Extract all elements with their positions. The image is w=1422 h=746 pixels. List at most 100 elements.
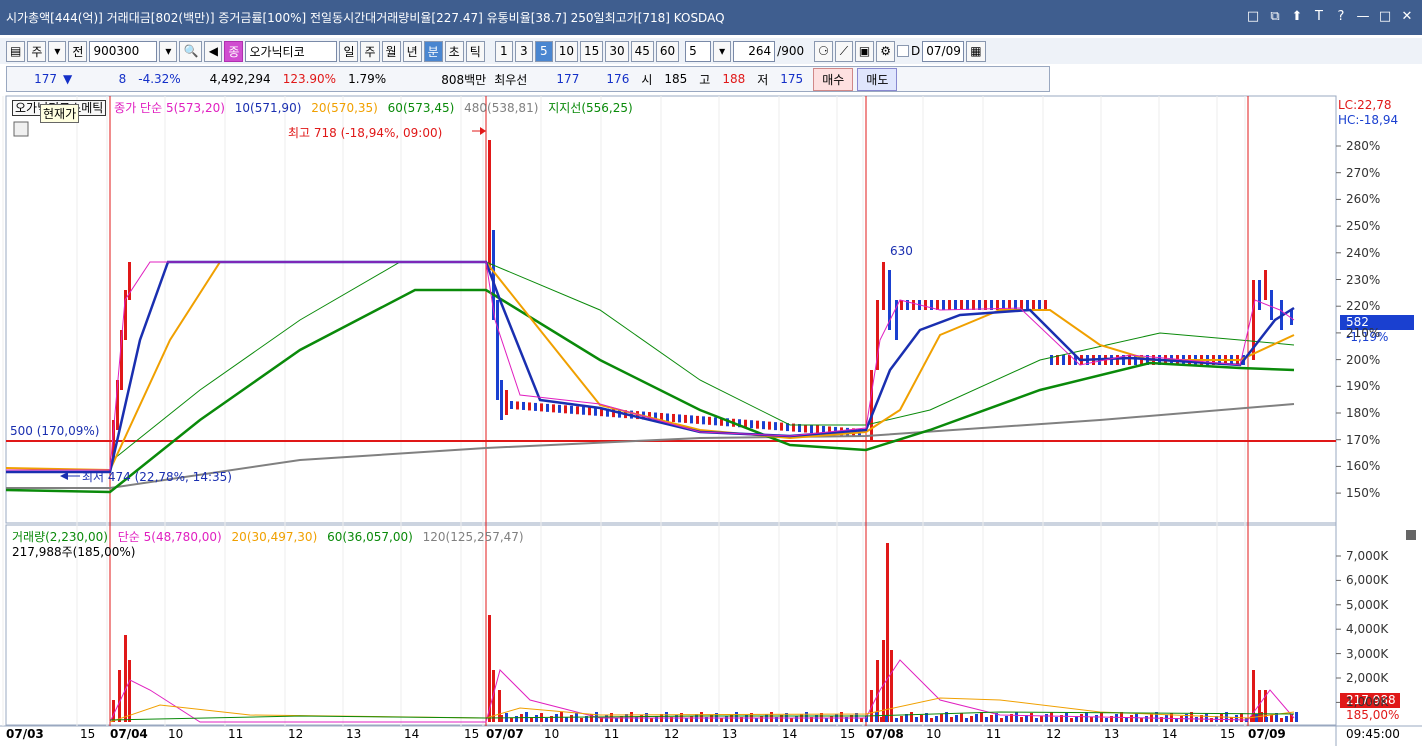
volume-bar xyxy=(880,717,883,722)
volume-tick-label: 4,000K xyxy=(1346,622,1389,637)
volume-bar xyxy=(1115,714,1118,722)
candle xyxy=(1026,300,1029,310)
date-label: 13 xyxy=(722,727,738,741)
candle xyxy=(1128,355,1131,365)
volume-tick-label: 1,000K xyxy=(1346,695,1389,710)
candle xyxy=(1044,300,1047,310)
volume-bar xyxy=(1090,717,1093,722)
volume-bar xyxy=(795,716,798,722)
candle xyxy=(558,404,561,413)
grid xyxy=(2,96,1341,726)
candle xyxy=(708,416,711,425)
volume-tick-label: 7,000K xyxy=(1346,549,1389,563)
volume-bar xyxy=(980,712,983,722)
volume-tick-label: 6,000K xyxy=(1346,573,1389,588)
table-icon[interactable] xyxy=(13,121,29,137)
volume-sub-label: 217,988주(185,00%) xyxy=(12,545,136,559)
legend-ma480: 480(538,81) xyxy=(464,101,539,115)
hc-label: HC:-18,94 xyxy=(1338,113,1399,127)
date-label: 13 xyxy=(346,727,362,741)
date-label: 12 xyxy=(1046,727,1062,741)
candle xyxy=(702,416,705,425)
volume-tick-label: 3,000K xyxy=(1346,646,1389,661)
volume-bar xyxy=(890,650,893,722)
price-panel-frame xyxy=(5,95,1337,524)
volume-bar xyxy=(1280,718,1283,722)
volume-bar xyxy=(975,714,978,722)
legend-vol-ma60: 60(36,057,00) xyxy=(327,530,413,544)
volume-bar xyxy=(915,717,918,722)
volume-bar xyxy=(920,715,923,722)
candle xyxy=(678,414,681,423)
volume-bar xyxy=(910,712,913,722)
date-label: 10 xyxy=(544,727,560,741)
legend-ma10: 10(571,90) xyxy=(234,101,302,115)
volume-bar xyxy=(535,715,538,722)
volume-bar xyxy=(1045,714,1048,722)
volume-bar xyxy=(1235,715,1238,722)
date-label: 07/09 xyxy=(1248,727,1286,741)
volume-bar xyxy=(955,715,958,722)
date-label: 15 xyxy=(80,727,96,741)
volume-bar xyxy=(965,718,968,722)
price-tick-label: 230% xyxy=(1346,272,1381,287)
volume-bar xyxy=(1035,718,1038,722)
volume-bar xyxy=(760,716,763,722)
candle xyxy=(690,415,693,424)
candle xyxy=(696,415,699,424)
candle xyxy=(672,413,675,422)
volume-bar xyxy=(1000,718,1003,722)
volume-bar xyxy=(1195,717,1198,722)
price-legend: 오가닉티코스메틱 종가 단순 5(573,20) 10(571,90) 20(5… xyxy=(12,99,633,116)
candle xyxy=(924,300,927,310)
volume-bar xyxy=(1265,717,1268,722)
volume-bar xyxy=(1140,718,1143,722)
price-tick-label: 250% xyxy=(1346,219,1381,234)
candle xyxy=(534,402,537,411)
candle xyxy=(488,140,491,270)
legend-vol-ma20: 20(30,497,30) xyxy=(231,530,318,544)
price-tick-label: 180% xyxy=(1346,406,1381,420)
volume-bar xyxy=(124,635,127,722)
date-label: 11 xyxy=(604,727,620,741)
volume-bar xyxy=(1050,712,1053,722)
volume-bar xyxy=(580,718,583,722)
date-label: 15 xyxy=(1220,727,1236,741)
candle xyxy=(714,417,717,426)
volume-bar xyxy=(555,714,558,722)
legend-volume: 거래량(2,230,00) xyxy=(12,530,108,544)
candle xyxy=(768,421,771,430)
price-tick-label: 270% xyxy=(1346,165,1381,180)
price-tick-label: 260% xyxy=(1346,192,1381,207)
price-tick-label: 280% xyxy=(1346,139,1381,153)
price-tick-label: 150% xyxy=(1346,486,1381,501)
support-annotation: 500 (170,09%) xyxy=(10,424,100,438)
candle xyxy=(1032,300,1035,310)
candle xyxy=(750,420,753,429)
volume-panel-close-icon[interactable] xyxy=(1406,530,1416,540)
price-tick-label: 160% xyxy=(1346,459,1381,474)
candle xyxy=(936,300,939,310)
candle xyxy=(816,425,819,434)
candle xyxy=(546,403,549,412)
date-label: 07/08 xyxy=(866,727,904,741)
volume-bar xyxy=(790,718,793,722)
candle xyxy=(540,403,543,412)
volume-bar xyxy=(1285,716,1288,722)
volume-panel-frame xyxy=(5,524,1337,726)
tooltip: 현재가 xyxy=(40,104,80,123)
volume-bar xyxy=(700,712,703,722)
date-label: 15 xyxy=(840,727,856,741)
volume-bar xyxy=(1295,712,1298,722)
date-label: 14 xyxy=(782,727,798,741)
date-label: 12 xyxy=(288,727,304,741)
volume-bar xyxy=(886,543,889,722)
volume-bar xyxy=(685,718,688,722)
candle xyxy=(510,401,513,409)
volume-bar xyxy=(650,718,653,722)
price-tick-label: 240% xyxy=(1346,245,1381,260)
candle xyxy=(528,402,531,411)
volume-bar xyxy=(690,716,693,722)
volume-bar xyxy=(1095,715,1098,722)
candle xyxy=(948,300,951,310)
